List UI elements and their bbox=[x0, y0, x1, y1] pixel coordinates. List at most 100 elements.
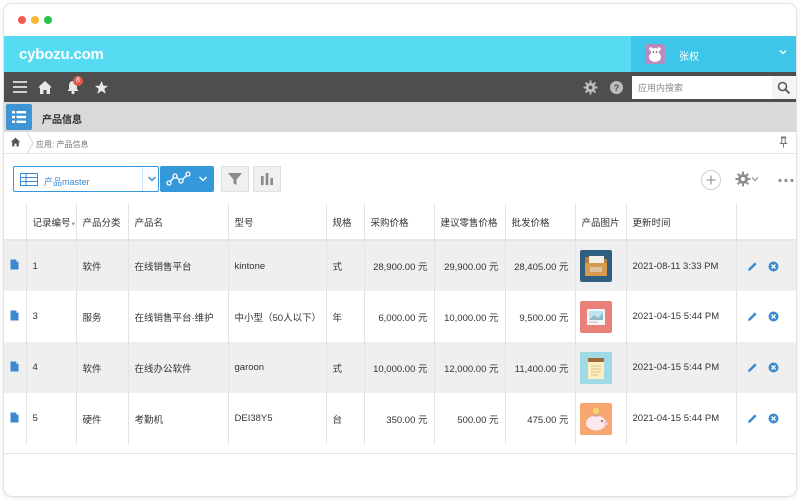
add-record-button[interactable] bbox=[701, 170, 721, 190]
product-image[interactable] bbox=[575, 342, 627, 393]
gear-icon[interactable] bbox=[580, 72, 600, 102]
table-row: 1 软件 在线销售平台 kintone 式 28,900.00 元 29,900… bbox=[4, 240, 796, 291]
table-header-row: 记录编号▾ 产品分类 产品名 型号 规格 采购价格 建议零售价格 批发价格 产品… bbox=[4, 204, 796, 241]
product-model: garoon bbox=[228, 342, 327, 393]
column-header[interactable]: 采购价格 bbox=[364, 204, 435, 241]
column-header[interactable]: 型号 bbox=[228, 204, 327, 241]
header-detail-column bbox=[4, 204, 27, 241]
records-table-container: 记录编号▾ 产品分类 产品名 型号 规格 采购价格 建议零售价格 批发价格 产品… bbox=[4, 204, 796, 454]
record-id: 4 bbox=[26, 342, 77, 393]
app-settings-button[interactable] bbox=[735, 171, 759, 187]
column-header[interactable]: 批发价格 bbox=[505, 204, 576, 241]
product-spec: 台 bbox=[326, 393, 365, 444]
graph-selector[interactable] bbox=[160, 166, 214, 192]
product-image[interactable] bbox=[575, 240, 627, 291]
open-record-link[interactable] bbox=[4, 240, 27, 291]
chevron-down-icon bbox=[147, 175, 157, 186]
breadcrumb-separator-icon bbox=[26, 131, 34, 155]
line-graph-icon bbox=[166, 171, 192, 190]
filter-icon bbox=[228, 173, 242, 185]
column-header[interactable]: 更新时间 bbox=[626, 204, 737, 241]
gear-icon bbox=[735, 171, 751, 187]
product-category: 硬件 bbox=[76, 393, 129, 444]
delete-icon[interactable] bbox=[768, 261, 779, 272]
records-table: 记录编号▾ 产品分类 产品名 型号 规格 采购价格 建议零售价格 批发价格 产品… bbox=[4, 204, 796, 444]
open-record-link[interactable] bbox=[4, 342, 27, 393]
purchase-price: 6,000.00 元 bbox=[364, 291, 435, 342]
delete-icon[interactable] bbox=[768, 311, 779, 322]
search-button[interactable] bbox=[772, 76, 796, 99]
delete-icon[interactable] bbox=[768, 362, 779, 373]
cybozu-header: cybozu.com 张权 bbox=[4, 36, 796, 72]
record-id: 5 bbox=[26, 393, 77, 444]
document-icon bbox=[10, 310, 19, 320]
app-name: 产品信息 bbox=[42, 115, 82, 126]
table-row: 3 服务 在线销售平台·维护 中小型（50人以下） 年 6,000.00 元 1… bbox=[4, 291, 796, 342]
user-menu[interactable]: 张权 bbox=[631, 36, 796, 72]
list-app-icon[interactable] bbox=[6, 104, 32, 130]
delete-icon[interactable] bbox=[768, 413, 779, 424]
global-toolbar: 8 ? bbox=[4, 72, 796, 102]
retail-price: 500.00 元 bbox=[434, 393, 506, 444]
product-name: 考勤机 bbox=[128, 393, 229, 444]
table-row: 4 软件 在线办公软件 garoon 式 10,000.00 元 12,000.… bbox=[4, 342, 796, 393]
open-record-link[interactable] bbox=[4, 393, 27, 444]
edit-pencil-icon[interactable] bbox=[747, 413, 758, 424]
notification-badge: 8 bbox=[73, 76, 83, 86]
edit-pencil-icon[interactable] bbox=[747, 362, 758, 373]
pin-icon[interactable] bbox=[779, 136, 788, 151]
product-model: DEI38Y5 bbox=[228, 393, 327, 444]
product-name: 在线销售平台 bbox=[128, 240, 229, 291]
chart-button[interactable] bbox=[253, 166, 281, 192]
retail-price: 12,000.00 元 bbox=[434, 342, 506, 393]
wholesale-price: 475.00 元 bbox=[505, 393, 576, 444]
edit-pencil-icon[interactable] bbox=[747, 261, 758, 272]
cybozu-logo[interactable]: cybozu.com bbox=[19, 46, 104, 63]
open-record-link[interactable] bbox=[4, 291, 27, 342]
column-header[interactable]: 产品图片 bbox=[575, 204, 627, 241]
product-spec: 式 bbox=[326, 240, 365, 291]
home-icon[interactable] bbox=[34, 72, 56, 102]
search-input[interactable] bbox=[632, 76, 772, 99]
search-icon bbox=[777, 81, 791, 94]
retail-price: 29,900.00 元 bbox=[434, 240, 506, 291]
header-actions-column bbox=[736, 204, 796, 241]
purchase-price: 10,000.00 元 bbox=[364, 342, 435, 393]
more-options-icon[interactable] bbox=[778, 175, 794, 186]
row-actions bbox=[736, 393, 796, 444]
close-window-button[interactable] bbox=[18, 16, 26, 24]
edit-pencil-icon[interactable] bbox=[747, 311, 758, 322]
product-image[interactable] bbox=[575, 393, 627, 444]
folder-file-thumbnail bbox=[579, 250, 612, 282]
retail-price: 10,000.00 元 bbox=[434, 291, 506, 342]
menu-icon[interactable] bbox=[10, 72, 30, 102]
filter-button[interactable] bbox=[221, 166, 249, 192]
star-icon[interactable] bbox=[90, 72, 112, 102]
document-icon bbox=[10, 361, 19, 371]
breadcrumb-app-link[interactable]: 应用: 产品信息 bbox=[36, 139, 88, 150]
wholesale-price: 9,500.00 元 bbox=[505, 291, 576, 342]
row-actions bbox=[736, 342, 796, 393]
column-header[interactable]: 产品分类 bbox=[76, 204, 129, 241]
plus-icon bbox=[706, 175, 716, 185]
product-model: 中小型（50人以下） bbox=[228, 291, 327, 342]
notepad-thumbnail bbox=[579, 351, 612, 384]
minimize-window-button[interactable] bbox=[31, 16, 39, 24]
column-header[interactable]: 规格 bbox=[326, 204, 365, 241]
chevron-down-icon bbox=[198, 175, 208, 186]
product-model: kintone bbox=[228, 240, 327, 291]
product-name: 在线办公软件 bbox=[128, 342, 229, 393]
product-spec: 年 bbox=[326, 291, 365, 342]
maximize-window-button[interactable] bbox=[44, 16, 52, 24]
column-header[interactable]: 建议零售价格 bbox=[434, 204, 506, 241]
column-header[interactable]: 记录编号▾ bbox=[26, 204, 77, 241]
purchase-price: 28,900.00 元 bbox=[364, 240, 435, 291]
product-image[interactable] bbox=[575, 291, 627, 342]
sort-icon: ▾ bbox=[71, 220, 76, 228]
column-header[interactable]: 产品名 bbox=[128, 204, 229, 241]
record-id: 1 bbox=[26, 240, 77, 291]
help-icon[interactable]: ? bbox=[606, 72, 626, 102]
breadcrumb-home-icon[interactable] bbox=[10, 137, 21, 150]
updated-time: 2021-04-15 5:44 PM bbox=[626, 393, 737, 444]
view-selector[interactable]: 产品master bbox=[13, 166, 159, 192]
